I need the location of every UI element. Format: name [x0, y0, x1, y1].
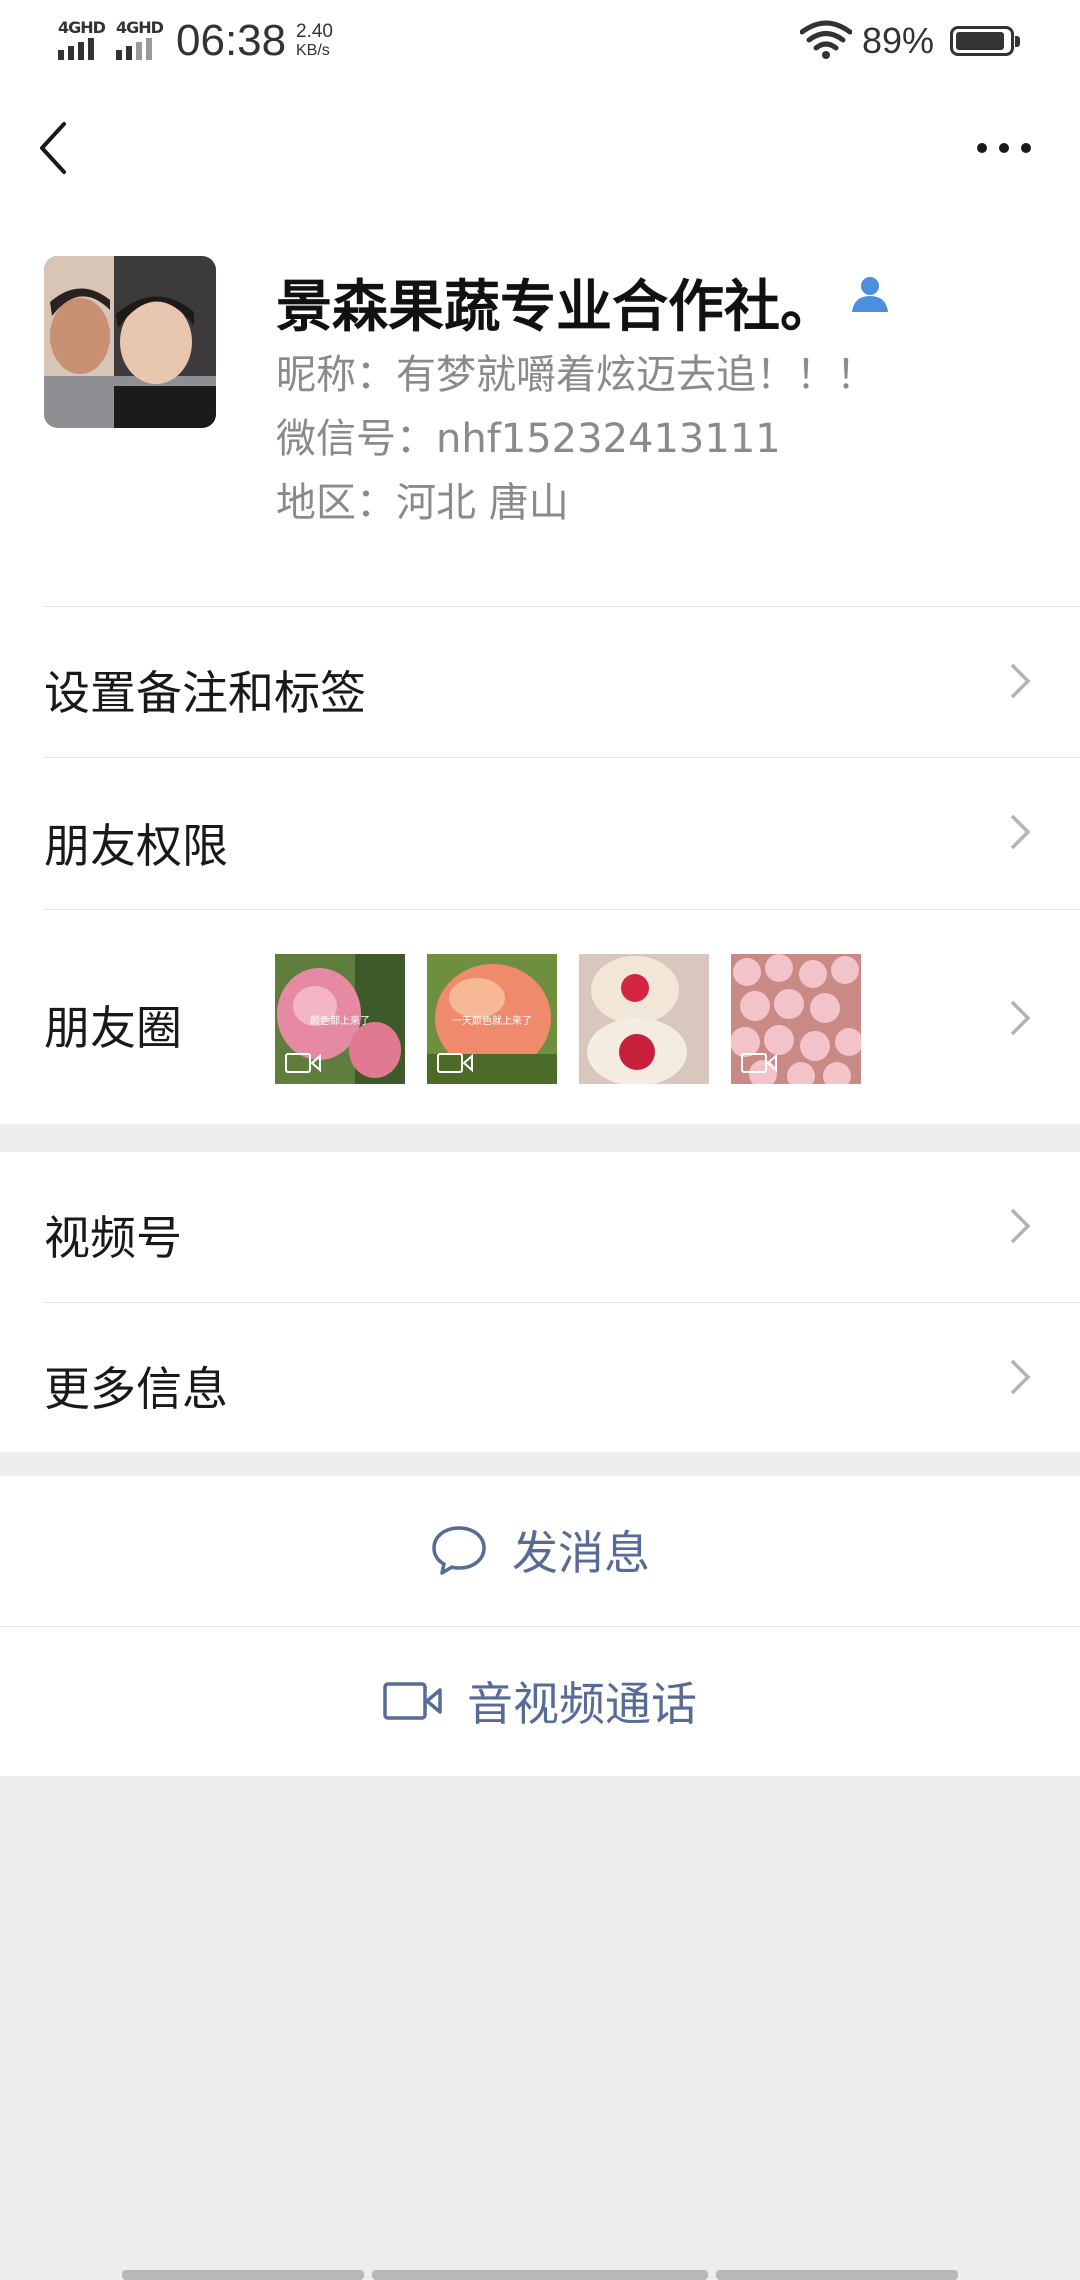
gesture-bar: [122, 2270, 364, 2280]
sim1-label: 4GHD: [58, 18, 106, 37]
avatar[interactable]: [44, 256, 216, 428]
moments-thumbnail[interactable]: [731, 954, 861, 1084]
gesture-bar: [716, 2270, 958, 2280]
speed-unit: KB/s: [296, 42, 330, 59]
network-speed: 2.40 KB/s: [296, 22, 333, 60]
signal-bars-icon: [58, 38, 94, 60]
wifi-icon: [800, 20, 852, 59]
thumbnail-caption: 颜色都上来了: [310, 1016, 370, 1027]
more-dots-icon[interactable]: [974, 128, 1038, 168]
row-label: 朋友权限: [44, 819, 228, 873]
back-arrow-icon[interactable]: [34, 118, 74, 178]
chat-bubble-icon: [432, 1526, 486, 1575]
video-icon: [741, 1053, 777, 1073]
video-camera-icon: [383, 1682, 442, 1720]
chevron-right-icon: [1010, 663, 1031, 699]
thumbnail-caption: 一天颜色就上来了: [452, 1016, 532, 1027]
moments-thumbnail[interactable]: [579, 954, 709, 1084]
profile-nickname: 昵称：有梦就嚼着炫迈去追！！！: [276, 352, 876, 398]
profile-name: 景森果蔬专业合作社。: [276, 275, 836, 340]
send-message-button[interactable]: 发消息: [0, 1476, 1080, 1624]
person-icon: [852, 277, 888, 312]
video-call-label: 音视频通话: [467, 1677, 697, 1731]
row-label: 视频号: [44, 1211, 182, 1265]
chevron-right-icon: [1010, 1208, 1031, 1244]
send-message-label: 发消息: [512, 1526, 650, 1580]
chevron-right-icon: [1010, 814, 1031, 850]
battery-percent: 89%: [862, 20, 935, 61]
video-icon: [285, 1053, 321, 1073]
signal-bars-icon: [116, 38, 152, 60]
profile-region: 地区：河北 唐山: [276, 480, 569, 526]
row-label: 设置备注和标签: [44, 666, 366, 720]
row-channels[interactable]: 视频号: [0, 1152, 1080, 1302]
moments-thumbnail[interactable]: 一天颜色就上来了: [427, 954, 557, 1084]
chevron-right-icon: [1010, 1000, 1031, 1036]
battery-icon: [950, 26, 1020, 56]
row-label: 朋友圈: [44, 1001, 182, 1055]
row-remarks-and-tags[interactable]: 设置备注和标签: [0, 607, 1080, 757]
moments-thumbnail[interactable]: 颜色都上来了: [275, 954, 405, 1084]
video-call-button[interactable]: 音视频通话: [0, 1627, 1080, 1775]
video-icon: [437, 1053, 473, 1073]
profile-wechat-id: 微信号：nhf15232413111: [276, 416, 781, 462]
row-more-info[interactable]: 更多信息: [0, 1303, 1080, 1452]
gesture-bar: [372, 2270, 708, 2280]
row-label: 更多信息: [44, 1362, 228, 1416]
clock: 06:38: [176, 16, 287, 65]
chevron-right-icon: [1010, 1359, 1031, 1395]
speed-value: 2.40: [296, 21, 333, 42]
status-bar: 4GHD 4GHD 06:38 2.40 KB/s 89%: [0, 0, 1080, 84]
sim2-label: 4GHD: [116, 18, 164, 37]
row-friend-permissions[interactable]: 朋友权限: [0, 758, 1080, 908]
